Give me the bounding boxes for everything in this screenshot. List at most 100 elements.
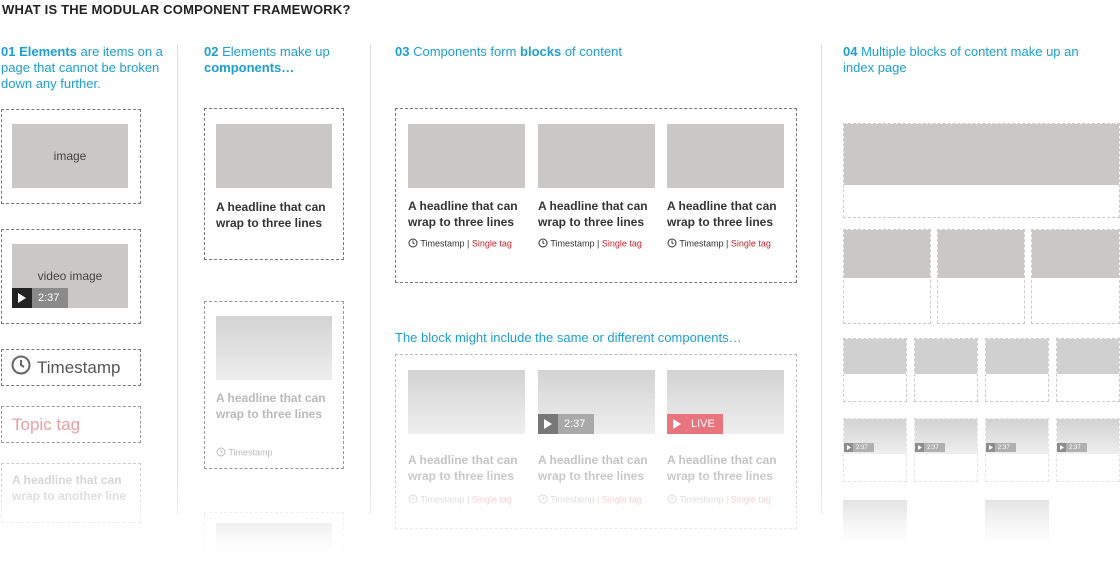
video-duration: 2:37 bbox=[1069, 444, 1081, 451]
block-card-3: A headline that can wrap to three lines … bbox=[667, 124, 784, 250]
card-headline[interactable]: A headline that can wrap to three lines bbox=[408, 452, 525, 484]
index-video-tile: 2:37 bbox=[985, 418, 1049, 482]
timestamp-text: Timestamp bbox=[550, 238, 595, 249]
component-meta: Timestamp bbox=[216, 447, 273, 459]
video-image-element: video image 2:37 bbox=[1, 229, 141, 324]
block-card-1: A headline that can wrap to three lines … bbox=[408, 124, 525, 250]
col3-text: Components form bbox=[413, 44, 521, 59]
tile-image: 2:37 bbox=[1057, 419, 1119, 454]
video-duration-bar[interactable]: 2:37 bbox=[986, 443, 1016, 452]
col3-number: 03 bbox=[395, 44, 410, 59]
image-label: image bbox=[53, 149, 87, 163]
column-divider bbox=[821, 44, 822, 514]
card-headline[interactable]: A headline that can wrap to three lines bbox=[667, 452, 784, 484]
tile-image: 2:37 bbox=[844, 419, 906, 454]
video-duration-bar[interactable]: 2:37 bbox=[1057, 443, 1087, 452]
component-image bbox=[216, 316, 332, 380]
card-image: 2:37 bbox=[538, 370, 655, 434]
single-tag[interactable]: Single tag bbox=[731, 494, 771, 504]
col3-heading: 03 Components form blocks of content bbox=[395, 44, 795, 60]
timestamp-text: Timestamp bbox=[420, 238, 465, 249]
live-label: LIVE bbox=[691, 418, 715, 430]
clock-icon bbox=[408, 238, 418, 250]
clock-icon bbox=[538, 494, 548, 506]
component-headline[interactable]: A headline that can wrap to three lines bbox=[216, 199, 334, 231]
play-icon bbox=[915, 443, 924, 452]
index-video-tile: 2:37 bbox=[1056, 418, 1120, 482]
play-icon bbox=[986, 443, 995, 452]
play-icon bbox=[667, 414, 687, 434]
component-headline[interactable]: A headline that can wrap to three lines bbox=[216, 390, 334, 422]
clock-icon bbox=[216, 447, 226, 459]
tile-image: 2:37 bbox=[915, 419, 977, 454]
block-card-2: A headline that can wrap to three lines … bbox=[538, 124, 655, 250]
card-meta: Timestamp | Single tag bbox=[538, 238, 655, 250]
clock-icon bbox=[408, 494, 418, 506]
single-tag[interactable]: Single tag bbox=[472, 238, 512, 248]
video-label: video image bbox=[37, 269, 103, 283]
index-tile-small bbox=[1056, 338, 1120, 402]
single-tag[interactable]: Single tag bbox=[472, 494, 512, 504]
mixed-card-1: A headline that can wrap to three lines … bbox=[408, 370, 525, 506]
single-tag[interactable]: Single tag bbox=[602, 494, 642, 504]
card-meta: Timestamp | Single tag bbox=[667, 238, 784, 250]
headline-text: A headline that can wrap to another line bbox=[12, 473, 127, 503]
col4-heading: 04 Multiple blocks of content make up an… bbox=[843, 44, 1103, 76]
index-video-tile: 2:37 bbox=[843, 418, 907, 482]
topic-tag-label[interactable]: Topic tag bbox=[12, 415, 80, 435]
card-headline[interactable]: A headline that can wrap to three lines bbox=[538, 452, 655, 484]
mixed-card-3: LIVE A headline that can wrap to three l… bbox=[667, 370, 784, 506]
timestamp-text: Timestamp bbox=[420, 494, 465, 505]
page-title: WHAT IS THE MODULAR COMPONENT FRAMEWORK? bbox=[2, 2, 351, 17]
image-element: image bbox=[1, 109, 141, 204]
component-card-faint: A headline that can wrap to three lines … bbox=[204, 301, 344, 469]
tile-image bbox=[844, 230, 930, 278]
play-icon bbox=[538, 414, 558, 434]
col2-heading: 02 Elements make up components… bbox=[204, 44, 364, 76]
col4-text: Multiple blocks of content make up an in… bbox=[843, 44, 1079, 75]
single-tag[interactable]: Single tag bbox=[602, 238, 642, 248]
card-headline[interactable]: A headline that can wrap to three lines bbox=[538, 198, 655, 230]
col4-number: 04 bbox=[843, 44, 858, 59]
video-duration-bar[interactable]: 2:37 bbox=[538, 414, 594, 434]
video-duration: 2:37 bbox=[564, 418, 586, 430]
image-placeholder: image bbox=[12, 124, 128, 188]
index-hero bbox=[843, 123, 1120, 218]
index-tile bbox=[843, 229, 931, 324]
index-tile-fading bbox=[843, 500, 907, 540]
card-headline[interactable]: A headline that can wrap to three lines bbox=[667, 198, 784, 230]
video-duration-bar[interactable]: 2:37 bbox=[12, 288, 68, 308]
index-tile-small bbox=[914, 338, 978, 402]
col2-number: 02 bbox=[204, 44, 219, 59]
card-image bbox=[408, 124, 525, 188]
clock-icon bbox=[667, 238, 677, 250]
timestamp-element: Timestamp bbox=[1, 349, 141, 386]
video-duration-bar[interactable]: 2:37 bbox=[915, 443, 945, 452]
content-block: A headline that can wrap to three lines … bbox=[395, 108, 797, 283]
mixed-card-2: 2:37 A headline that can wrap to three l… bbox=[538, 370, 655, 506]
component-card-fading bbox=[204, 512, 344, 553]
video-duration: 2:37 bbox=[998, 444, 1010, 451]
card-meta: Timestamp | Single tag bbox=[408, 494, 525, 506]
timestamp-text: Timestamp bbox=[228, 447, 273, 458]
card-image bbox=[667, 124, 784, 188]
card-headline[interactable]: A headline that can wrap to three lines bbox=[408, 198, 525, 230]
component-card: A headline that can wrap to three lines bbox=[204, 108, 344, 260]
card-image bbox=[538, 124, 655, 188]
block-subheading: The block might include the same or diff… bbox=[395, 330, 742, 345]
component-image bbox=[216, 523, 332, 553]
index-tile bbox=[1031, 229, 1120, 324]
live-bar[interactable]: LIVE bbox=[667, 414, 723, 434]
card-meta: Timestamp | Single tag bbox=[408, 238, 525, 250]
video-duration: 2:37 bbox=[38, 292, 60, 304]
video-duration-bar[interactable]: 2:37 bbox=[844, 443, 874, 452]
tile-image bbox=[1057, 339, 1119, 374]
timestamp-text: Timestamp bbox=[550, 494, 595, 505]
timestamp-label: Timestamp bbox=[37, 357, 121, 377]
tile-image: 2:37 bbox=[986, 419, 1048, 454]
col1-heading: 01 Elements are items on a page that can… bbox=[1, 44, 169, 92]
tile-image bbox=[844, 339, 906, 374]
card-image bbox=[408, 370, 525, 434]
tile-image bbox=[986, 339, 1048, 374]
single-tag[interactable]: Single tag bbox=[731, 238, 771, 248]
